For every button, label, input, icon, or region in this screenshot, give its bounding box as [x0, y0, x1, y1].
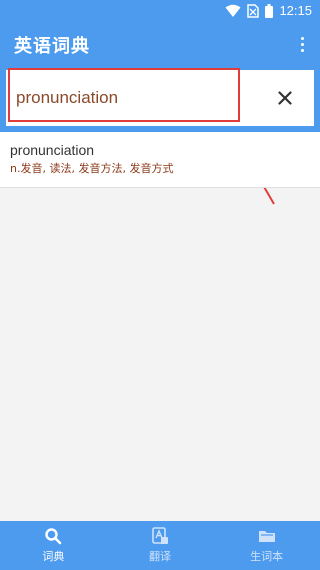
battery-icon: [265, 3, 274, 18]
result-list: pronunciation n.发音, 读法, 发音方法, 发音方式: [0, 132, 320, 188]
more-menu-button[interactable]: [294, 33, 310, 55]
more-vert-dot: [300, 48, 304, 52]
search-input[interactable]: [16, 82, 242, 114]
nav-item-dictionary[interactable]: 词典: [0, 521, 107, 570]
translate-icon: [152, 527, 168, 544]
status-time: 12:15: [279, 3, 312, 18]
nav-item-translate[interactable]: 翻译: [107, 521, 214, 570]
status-bar: 12:15: [0, 0, 320, 24]
folder-icon: [258, 531, 275, 542]
result-definition: n.发音, 读法, 发音方法, 发音方式: [10, 162, 174, 175]
nav-label-translate: 翻译: [149, 550, 171, 563]
result-item[interactable]: pronunciation n.发音, 读法, 发音方法, 发音方式: [0, 132, 320, 188]
status-icons: 12:15: [225, 3, 312, 18]
nav-label-vocabulary: 生词本: [250, 550, 284, 563]
search-area: [0, 64, 320, 132]
close-icon: [278, 91, 292, 105]
nav-item-vocabulary[interactable]: 生词本: [213, 521, 320, 570]
search-icon: [45, 528, 62, 545]
app-bar: 英语词典: [0, 24, 320, 64]
nav-label-dictionary: 词典: [42, 550, 65, 563]
clear-button[interactable]: [272, 85, 298, 111]
wifi-icon: [225, 4, 241, 17]
result-word: pronunciation: [10, 142, 95, 158]
app-title: 英语词典: [14, 36, 90, 57]
bottom-nav: 词典 翻译 生词本: [0, 521, 320, 570]
no-sim-icon: [247, 3, 260, 18]
more-vert-dot: [300, 42, 304, 46]
search-box: [6, 70, 314, 126]
more-vert-icon: [300, 36, 304, 40]
